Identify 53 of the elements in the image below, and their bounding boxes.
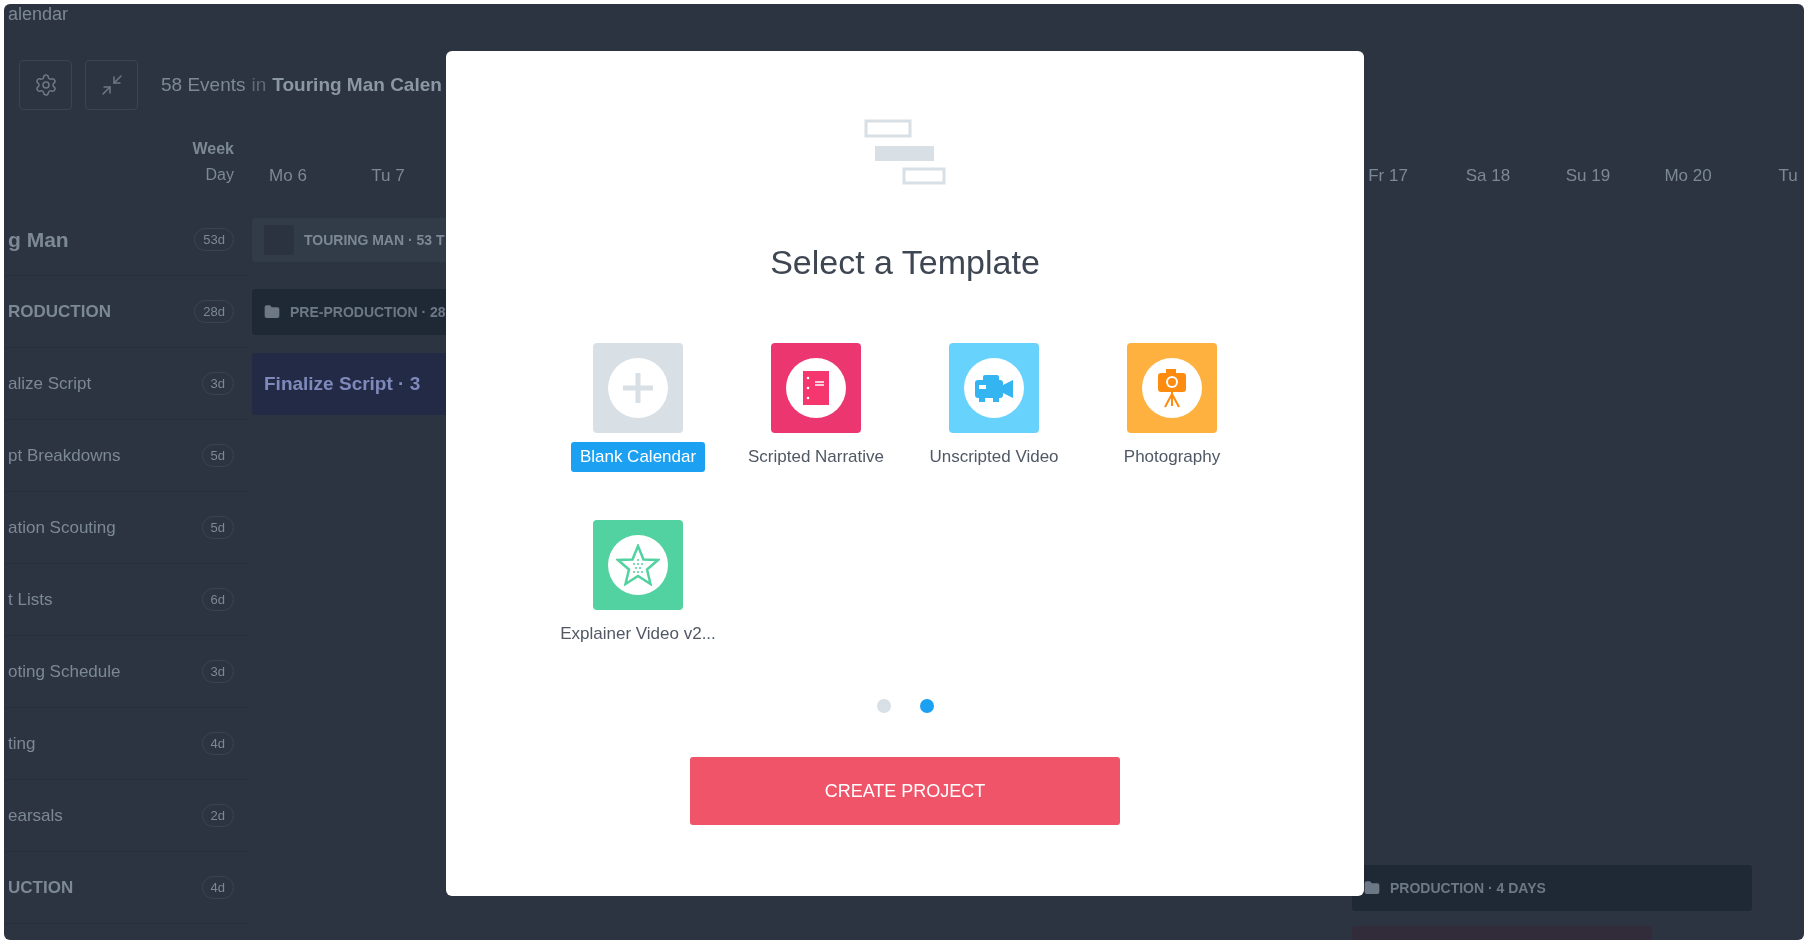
day-header: Sa 18 — [1465, 166, 1511, 186]
template-label[interactable]: Photography — [1114, 442, 1230, 472]
task-name: alize Script — [8, 373, 92, 394]
template-label[interactable]: Scripted Narrative — [738, 442, 894, 472]
template-tile[interactable] — [771, 343, 861, 433]
collapse-button[interactable] — [85, 60, 138, 110]
settings-button[interactable] — [19, 60, 72, 110]
task-name: oting Schedule — [8, 661, 121, 682]
template-label[interactable]: Blank Calendar — [570, 442, 706, 472]
timeline-bar[interactable]: PRODUCTION · 4 DAYS — [1352, 865, 1752, 911]
template-tile[interactable] — [1127, 343, 1217, 433]
task-name: RODUCTION — [8, 301, 111, 322]
day-header: Tu 7 — [371, 166, 405, 186]
template-tile[interactable] — [593, 520, 683, 610]
template-label[interactable]: Explainer Video v2... — [551, 619, 725, 649]
day-header: Mo 6 — [269, 166, 307, 186]
bar-label: PRE-PRODUCTION · 28 — [290, 304, 446, 320]
page-dot[interactable] — [919, 699, 934, 713]
day-header: Tu — [1778, 166, 1798, 186]
task-name: UCTION — [8, 877, 74, 898]
template-label[interactable]: Unscripted Video — [920, 442, 1068, 472]
bar-label: Finalize Script · 3 — [264, 373, 421, 395]
notebook-icon — [802, 370, 830, 406]
camera-on-tripod-icon — [1156, 368, 1188, 408]
event-count: 58 Events — [161, 74, 246, 96]
template-tile[interactable] — [593, 343, 683, 433]
video-camera-icon — [973, 373, 1015, 403]
calendar-name: Touring Man Calen — [272, 74, 442, 96]
day-header: Fr 17 — [1368, 166, 1408, 186]
day-header: Su 19 — [1565, 166, 1611, 186]
task-name: g Man — [8, 227, 69, 252]
day-label: Day — [205, 166, 234, 184]
plus-icon — [620, 370, 656, 406]
task-name: ting — [8, 733, 36, 754]
task-name: t Lists — [8, 589, 53, 610]
task-name: earsals — [8, 805, 63, 826]
dialog-title: Select a Template — [770, 243, 1040, 282]
bar-label: TOURING MAN · 53 T — [304, 232, 445, 248]
week-label: Week — [192, 140, 234, 158]
summary-text: in — [251, 74, 267, 96]
task-name: pt Breakdowns — [8, 445, 121, 466]
star-icon — [616, 544, 660, 586]
day-header: Mo 20 — [1664, 166, 1712, 186]
arrows-inward-icon — [99, 73, 124, 97]
template-tile[interactable] — [949, 343, 1039, 433]
folder-icon — [1364, 880, 1380, 896]
page-dot[interactable] — [876, 699, 891, 713]
settings-icon — [33, 73, 58, 97]
bar-label: PRODUCTION · 4 DAYS — [1390, 880, 1546, 896]
create-project-button[interactable]: CREATE PROJECT — [690, 757, 1120, 825]
page-title: alendar — [8, 4, 69, 25]
folder-icon — [264, 304, 280, 320]
task-name: ation Scouting — [8, 517, 116, 538]
